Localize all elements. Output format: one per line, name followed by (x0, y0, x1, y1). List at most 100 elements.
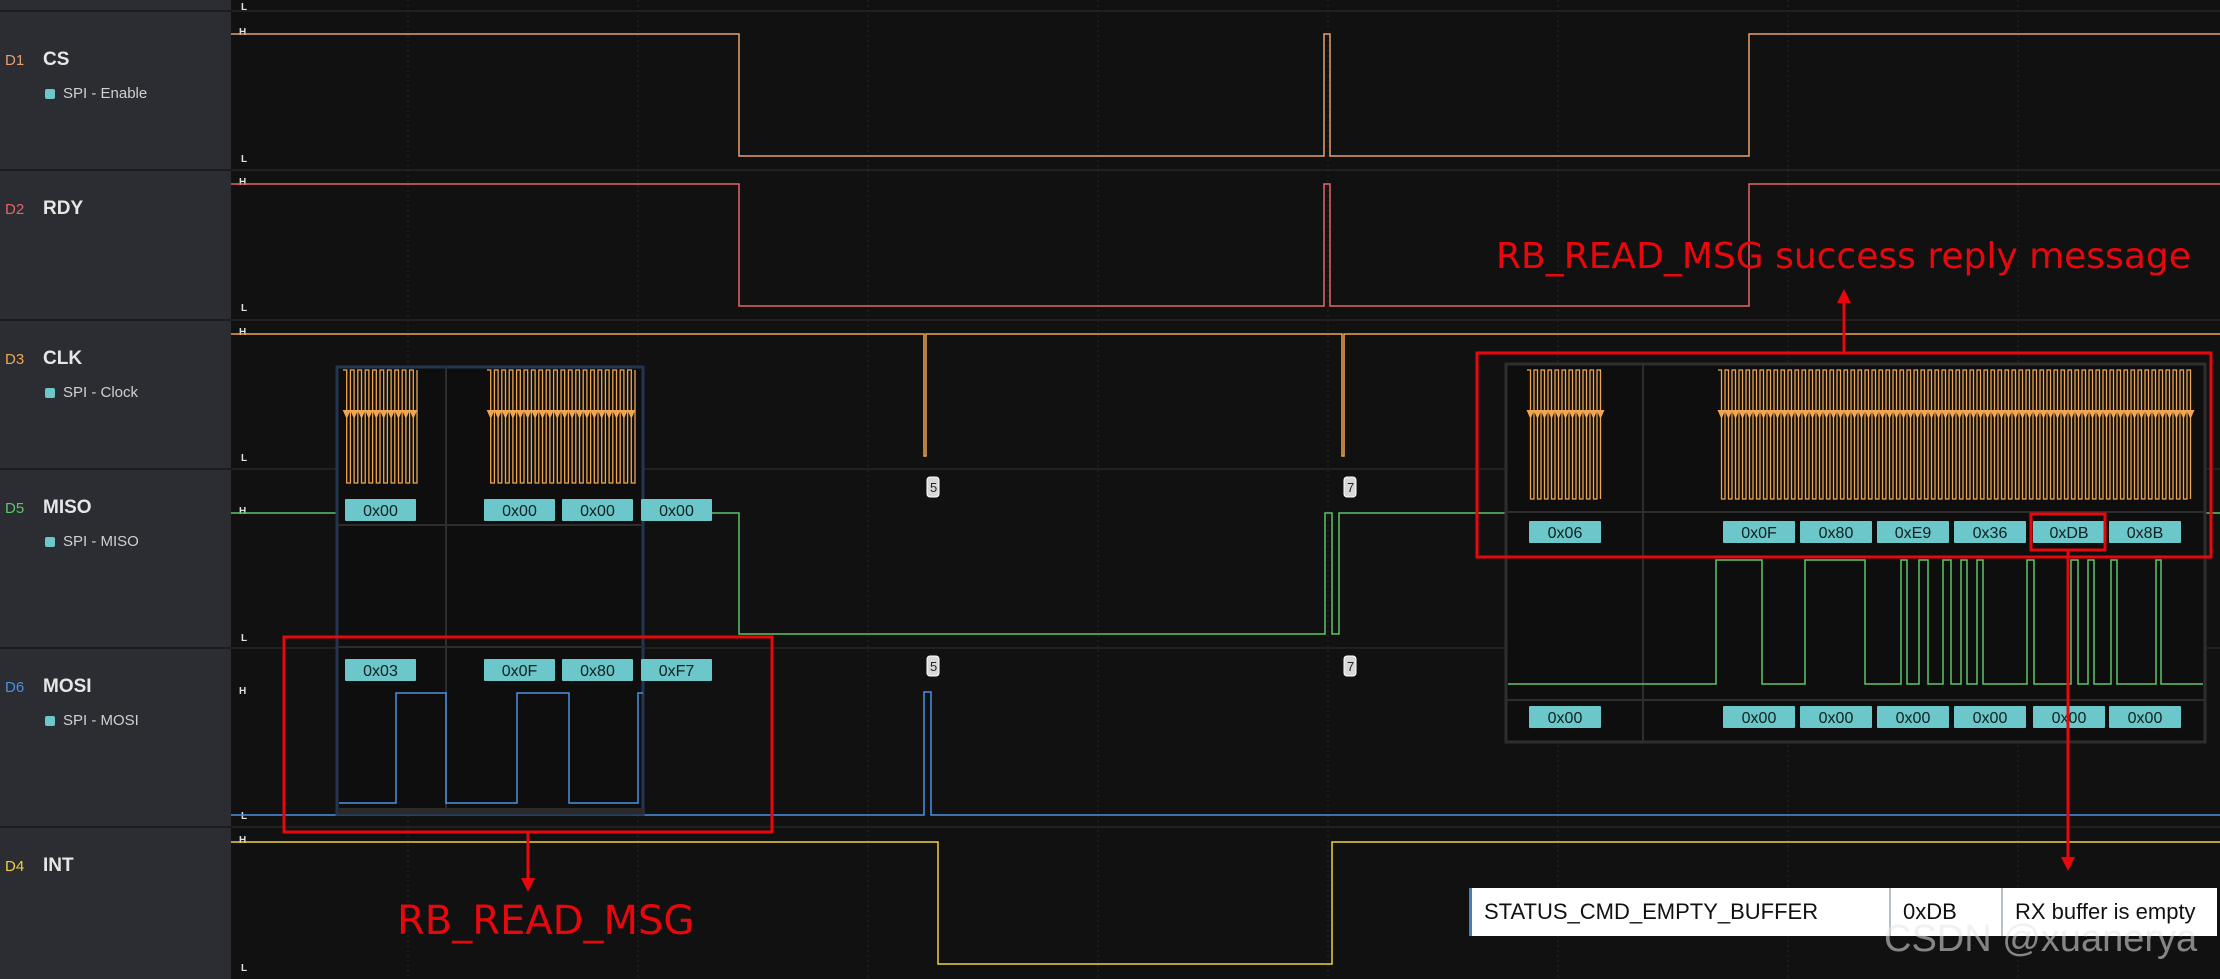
byte-value: 0x00 (502, 503, 537, 520)
level-low-label: L (241, 811, 247, 822)
channel-row-miso[interactable]: D5 MISO SPI - MISO (0, 470, 231, 649)
arrow-down-icon (2061, 857, 2075, 871)
channel-name[interactable]: RDY (43, 198, 83, 220)
channel-name[interactable]: CLK (43, 348, 82, 370)
level-low-label: L (241, 154, 247, 165)
clock-burst (343, 369, 418, 484)
channel-row-mosi[interactable]: D6 MOSI SPI - MOSI (0, 649, 231, 828)
byte-value: 0x00 (1548, 710, 1583, 727)
byte-badge[interactable]: 0xDB (2033, 521, 2105, 543)
analyzer-color-dot (45, 537, 55, 547)
byte-value: 0x00 (1819, 710, 1854, 727)
byte-badge[interactable]: 0x00 (345, 499, 416, 521)
cs-signal (231, 33, 2220, 157)
channel-name[interactable]: MOSI (43, 676, 92, 698)
analyzer-label[interactable]: SPI - Clock (63, 384, 138, 401)
byte-badge[interactable]: 0x0F (1723, 521, 1795, 543)
channel-row-clk[interactable]: D3 CLK SPI - Clock (0, 321, 231, 470)
analyzer-label[interactable]: SPI - MOSI (63, 712, 139, 729)
byte-badge[interactable]: 0x06 (1529, 521, 1601, 543)
level-low-label: L (241, 633, 247, 644)
inset-miso-bytes: 0x00 0x00 0x00 0x00 (345, 499, 712, 521)
byte-value: 0x00 (580, 503, 615, 520)
zoom-inset-left[interactable]: 0x00 0x00 0x00 0x00 0x03 0x0F 0x80 0xF7 (335, 365, 712, 816)
timing-marker-7[interactable]: 7 (1343, 655, 1357, 677)
level-labels: L H L H L H L H L H L H L (239, 2, 247, 974)
byte-value: 0xF7 (659, 663, 695, 680)
byte-badge[interactable]: 0xE9 (1877, 521, 1949, 543)
byte-value: 0x00 (1742, 710, 1777, 727)
byte-badge[interactable]: 0x80 (1800, 521, 1872, 543)
byte-badge[interactable]: 0x36 (1954, 521, 2026, 543)
marker-label: 7 (1347, 480, 1354, 495)
byte-badge[interactable]: 0x00 (562, 499, 633, 521)
level-high-label: H (239, 686, 246, 697)
byte-badge[interactable]: 0x00 (2109, 706, 2181, 728)
channel-name[interactable]: CS (43, 49, 69, 71)
analyzer-color-dot (45, 388, 55, 398)
analyzer-label[interactable]: SPI - Enable (63, 85, 147, 102)
channel-id: D2 (5, 201, 25, 218)
byte-badge[interactable]: 0x00 (1954, 706, 2026, 728)
level-high-label: H (239, 506, 246, 517)
byte-badge[interactable]: 0x00 (484, 499, 555, 521)
byte-value: 0x03 (363, 663, 398, 680)
byte-value: 0x80 (1819, 525, 1854, 542)
byte-badge[interactable]: 0xF7 (641, 659, 712, 681)
byte-badge[interactable]: 0x0F (484, 659, 555, 681)
command-annotation-label: RB_READ_MSG (397, 898, 695, 944)
byte-value: 0x06 (1548, 525, 1583, 542)
channel-row-cs[interactable]: D1 CS SPI - Enable (0, 12, 231, 171)
byte-value: 0x0F (502, 663, 538, 680)
marker-label: 7 (1347, 659, 1354, 674)
level-low-label: L (241, 963, 247, 974)
channel-row-rdy[interactable]: D2 RDY (0, 171, 231, 321)
analyzer-label[interactable]: SPI - MISO (63, 533, 139, 550)
level-low-label: L (241, 2, 247, 13)
timing-marker-5[interactable]: 5 (926, 655, 940, 677)
byte-value: 0x00 (659, 503, 694, 520)
channel-name[interactable]: INT (43, 855, 74, 877)
byte-badge[interactable]: 0x00 (1529, 706, 1601, 728)
byte-value: 0x00 (1896, 710, 1931, 727)
byte-value: 0x00 (2128, 710, 2163, 727)
arrow-down-icon (521, 878, 535, 892)
level-high-label: H (239, 327, 246, 338)
channel-row-int[interactable]: D4 INT (0, 828, 231, 979)
byte-badge[interactable]: 0x00 (1877, 706, 1949, 728)
byte-value: 0x00 (1973, 710, 2008, 727)
arrow-up-icon (1837, 289, 1851, 303)
byte-badge[interactable]: 0x03 (345, 659, 416, 681)
marker-label: 5 (930, 480, 937, 495)
marker-label: 5 (930, 659, 937, 674)
channel-name[interactable]: MISO (43, 497, 92, 519)
byte-badge[interactable]: 0x00 (1800, 706, 1872, 728)
timing-marker-5[interactable]: 5 (926, 476, 940, 498)
channel-row-top (0, 0, 231, 12)
waveform-canvas[interactable]: L H L H L H L H L H L H L 5 5 7 7 0x00 0… (231, 0, 2220, 979)
analyzer-color-dot (45, 89, 55, 99)
status-name-cell: STATUS_CMD_EMPTY_BUFFER (1472, 888, 1891, 936)
waveform-plot[interactable]: L H L H L H L H L H L H L 5 5 7 7 0x00 0… (231, 0, 2220, 979)
reply-annotation-label: RB_READ_MSG success reply message (1496, 236, 2191, 277)
channel-sidebar: D1 CS SPI - Enable D2 RDY D3 CLK SPI - C… (0, 0, 231, 979)
byte-badge[interactable]: 0x00 (1723, 706, 1795, 728)
timing-marker-7[interactable]: 7 (1343, 476, 1357, 498)
channel-id: D6 (5, 679, 25, 696)
byte-badge[interactable]: 0x00 (641, 499, 712, 521)
byte-value: 0x00 (363, 503, 398, 520)
analyzer-color-dot (45, 716, 55, 726)
byte-value: 0x36 (1973, 525, 2008, 542)
channel-id: D5 (5, 500, 25, 517)
inset-mosi-bytes: 0x03 0x0F 0x80 0xF7 (345, 659, 712, 681)
byte-value: 0xE9 (1895, 525, 1932, 542)
channel-id: D1 (5, 52, 25, 69)
clock-burst (487, 369, 636, 484)
level-low-label: L (241, 453, 247, 464)
byte-badge[interactable]: 0x80 (562, 659, 633, 681)
zoom-inset-right[interactable]: 0x06 0x0F 0x80 0xE9 0x36 0xDB 0x8B 0x00 0x00 0x0… (1504, 362, 2207, 744)
channel-id: D3 (5, 351, 25, 368)
byte-value: 0x8B (2127, 525, 2163, 542)
level-low-label: L (241, 303, 247, 314)
byte-badge[interactable]: 0x8B (2109, 521, 2181, 543)
